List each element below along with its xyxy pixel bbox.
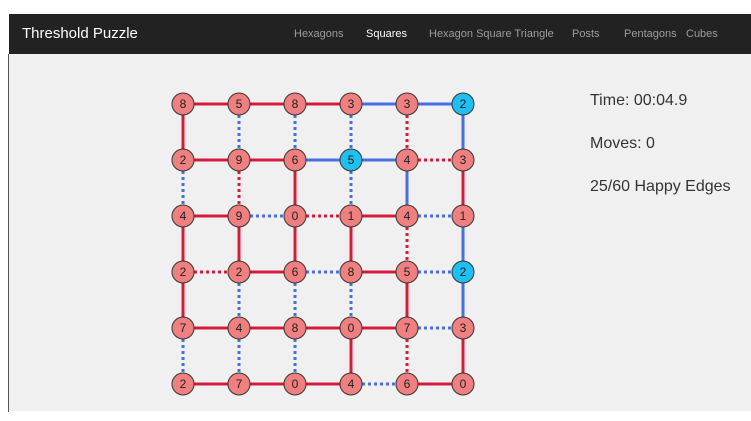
node-value: 9	[236, 209, 243, 223]
node-value: 5	[348, 153, 355, 167]
node-value: 6	[404, 377, 411, 391]
node-value: 3	[348, 97, 355, 111]
app-frame: Threshold Puzzle Hexagons Squares Hexago…	[0, 0, 751, 421]
puzzle-node[interactable]: 0	[339, 316, 363, 340]
node-value: 6	[292, 153, 299, 167]
puzzle-node[interactable]: 2	[227, 260, 251, 284]
node-value: 2	[236, 265, 243, 279]
puzzle-node[interactable]: 3	[451, 148, 475, 172]
puzzle-node[interactable]: 7	[171, 316, 195, 340]
node-value: 9	[236, 153, 243, 167]
puzzle-board: 8 5 8 3 3 2 2 9 6 5 4 3 4 9 0 1 4 1 2 2 6 8 5 2 7 4 8 0 7 3 2 7 0 4 6 0	[171, 92, 475, 396]
puzzle-node[interactable]: 0	[283, 204, 307, 228]
puzzle-node[interactable]: 3	[339, 92, 363, 116]
puzzle-node[interactable]: 6	[283, 260, 307, 284]
puzzle-node[interactable]: 8	[283, 316, 307, 340]
node-value: 6	[292, 265, 299, 279]
puzzle-node[interactable]: 4	[227, 316, 251, 340]
puzzle-node[interactable]: 2	[451, 260, 475, 284]
node-value: 2	[180, 377, 187, 391]
timer-text: Time: 00:04.9	[590, 92, 688, 109]
node-value: 1	[348, 209, 355, 223]
node-value: 4	[404, 209, 411, 223]
puzzle-node[interactable]: 6	[395, 372, 419, 396]
node-value: 3	[460, 153, 467, 167]
node-value: 3	[460, 321, 467, 335]
puzzle-node[interactable]: 2	[171, 372, 195, 396]
node-value: 0	[460, 377, 467, 391]
puzzle-node[interactable]: 0	[451, 372, 475, 396]
node-value: 0	[292, 377, 299, 391]
puzzle-node[interactable]: 8	[171, 92, 195, 116]
node-value: 2	[460, 265, 467, 279]
puzzle-node[interactable]: 4	[395, 148, 419, 172]
puzzle-node[interactable]: 2	[451, 92, 475, 116]
happy-edges-counter: 25/60 Happy Edges	[590, 178, 731, 195]
puzzle-node[interactable]: 5	[395, 260, 419, 284]
node-value: 0	[292, 209, 299, 223]
puzzle-node[interactable]: 5	[339, 148, 363, 172]
puzzle-node[interactable]: 1	[339, 204, 363, 228]
node-value: 4	[348, 377, 355, 391]
node-value: 5	[236, 97, 243, 111]
puzzle-node[interactable]: 2	[171, 260, 195, 284]
node-value: 7	[404, 321, 411, 335]
node-value: 4	[180, 209, 187, 223]
moves-counter: Moves: 0	[590, 135, 655, 152]
puzzle-node[interactable]: 0	[283, 372, 307, 396]
node-value: 1	[460, 209, 467, 223]
node-value: 4	[236, 321, 243, 335]
puzzle-node[interactable]: 5	[227, 92, 251, 116]
puzzle-node[interactable]: 4	[339, 372, 363, 396]
puzzle-node[interactable]: 3	[395, 92, 419, 116]
puzzle-node[interactable]: 4	[171, 204, 195, 228]
node-value: 4	[404, 153, 411, 167]
node-value: 8	[292, 97, 299, 111]
node-value: 0	[348, 321, 355, 335]
puzzle-node[interactable]: 8	[283, 92, 307, 116]
puzzle-node[interactable]: 3	[451, 316, 475, 340]
node-value: 5	[404, 265, 411, 279]
puzzle-node[interactable]: 1	[451, 204, 475, 228]
puzzle-node[interactable]: 4	[395, 204, 419, 228]
puzzle-node[interactable]: 2	[171, 148, 195, 172]
node-value: 2	[460, 97, 467, 111]
node-value: 7	[236, 377, 243, 391]
node-value: 7	[180, 321, 187, 335]
puzzle-node[interactable]: 6	[283, 148, 307, 172]
puzzle-node[interactable]: 7	[227, 372, 251, 396]
node-value: 2	[180, 265, 187, 279]
puzzle-node[interactable]: 9	[227, 148, 251, 172]
node-value: 2	[180, 153, 187, 167]
puzzle-node[interactable]: 7	[395, 316, 419, 340]
node-value: 8	[180, 97, 187, 111]
puzzle-node[interactable]: 8	[339, 260, 363, 284]
puzzle-node[interactable]: 9	[227, 204, 251, 228]
node-value: 8	[292, 321, 299, 335]
node-value: 8	[348, 265, 355, 279]
node-value: 3	[404, 97, 411, 111]
